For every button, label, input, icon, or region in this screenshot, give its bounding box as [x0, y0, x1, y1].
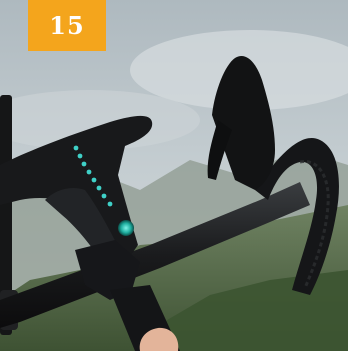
led-dot: [107, 201, 113, 207]
number-badge: 15: [28, 0, 106, 51]
led-dot: [96, 185, 102, 191]
led-dot: [81, 161, 87, 167]
led-dot: [101, 193, 107, 199]
led-dot: [73, 145, 79, 151]
led-button: [118, 220, 134, 236]
led-dot: [91, 177, 97, 183]
handlebar-scene: [0, 0, 348, 351]
led-dot: [86, 169, 92, 175]
badge-number: 15: [49, 11, 85, 40]
led-dot: [77, 153, 83, 159]
product-photo: [0, 0, 348, 351]
